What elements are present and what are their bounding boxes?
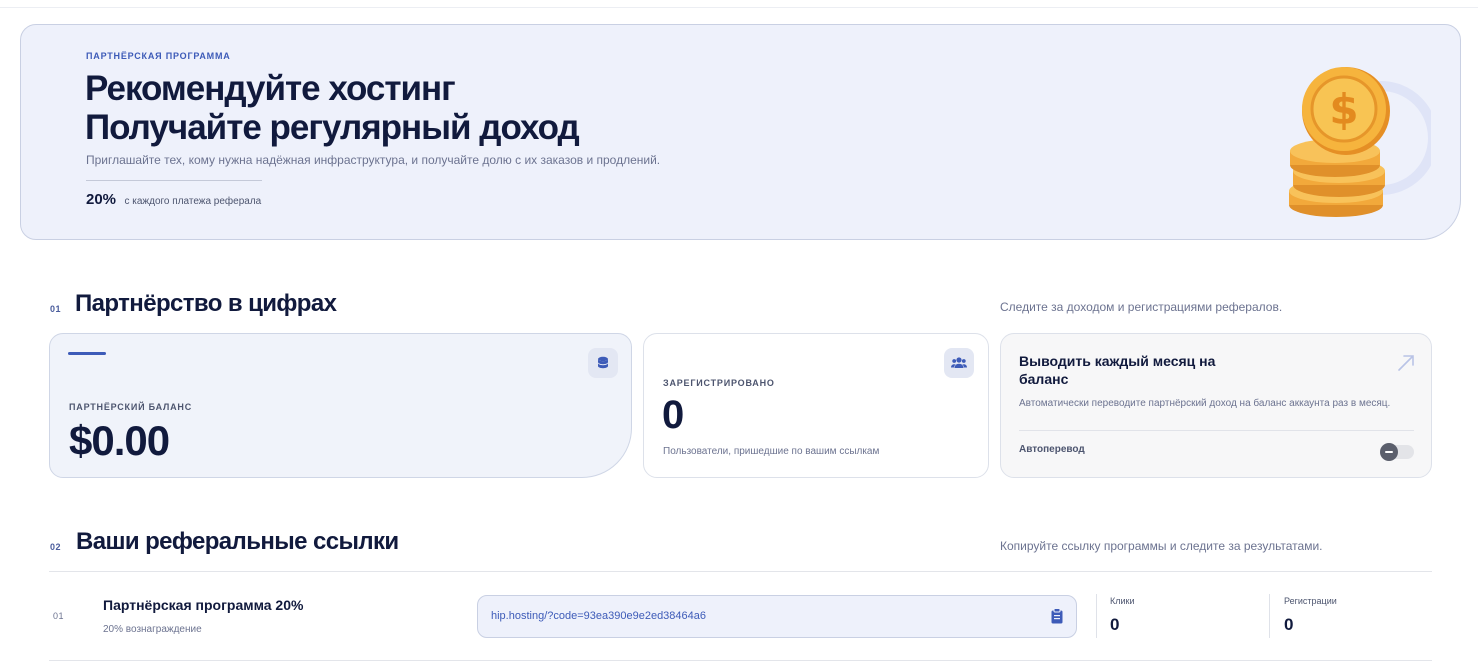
gold-coins-illustration: $ [1289,67,1431,217]
section-1-number: 01 [50,304,62,314]
hero-commission-value: 20% [86,191,117,208]
links-table-bottom-divider [49,660,1432,661]
section-1-title: Партнёрство в цифрах [75,290,337,317]
registered-label: ЗАРЕГИСТРИРОВАНО [663,378,775,388]
partner-balance-card: ПАРТНЁРСКИЙ БАЛАНС $0.00 [49,333,632,478]
auto-transfer-card: Выводить каждый месяц на баланс Автомати… [1000,333,1432,478]
registered-card: ЗАРЕГИСТРИРОВАНО 0 Пользователи, пришедш… [643,333,989,478]
accent-bar [68,352,106,355]
hero-divider [86,180,262,181]
top-divider [0,7,1478,8]
hero-eyebrow: ПАРТНЁРСКАЯ ПРОГРАММА [86,51,231,61]
links-table-top-divider [49,571,1432,572]
referral-link-field[interactable]: hip.hosting/?code=93ea390e9e2ed38464a6 [477,595,1077,638]
hero-banner: ПАРТНЁРСКАЯ ПРОГРАММА Рекомендуйте хости… [20,24,1461,240]
section-2-hint: Копируйте ссылку программы и следите за … [1000,539,1323,553]
copy-icon[interactable] [1050,608,1064,624]
hero-title-line-1: Рекомендуйте хостинг [85,69,456,108]
auto-transfer-description: Автоматически переводите партнёрский дох… [1019,398,1391,409]
link-row-number: 01 [53,611,65,621]
link-program-name: Партнёрская программа 20% [103,597,304,613]
clicks-label: Клики [1110,596,1135,606]
link-program-reward: 20% вознаграждение [103,624,202,635]
auto-transfer-divider [1019,430,1414,431]
section-1-hint: Следите за доходом и регистрациями рефер… [1000,300,1283,314]
clicks-value: 0 [1110,615,1120,634]
auto-transfer-label: Автоперевод [1019,444,1085,455]
svg-text:$: $ [1329,85,1358,134]
clicks-separator [1096,594,1097,638]
hero-title: Рекомендуйте хостинг Получайте регулярны… [85,69,580,147]
registrations-separator [1269,594,1270,638]
arrow-up-right-icon [1398,355,1414,371]
hero-commission: 20% с каждого платежа реферала [86,191,261,209]
registered-caption: Пользователи, пришедшие по вашим ссылкам [663,446,880,457]
balance-value: $0.00 [69,417,170,464]
hero-subtitle: Приглашайте тех, кому нужна надёжная инф… [86,153,661,167]
users-icon [944,348,974,378]
section-2-number: 02 [50,542,62,552]
balance-label: ПАРТНЁРСКИЙ БАЛАНС [69,402,193,412]
auto-transfer-title: Выводить каждый месяц на баланс [1019,353,1216,387]
auto-transfer-toggle[interactable] [1380,443,1414,461]
referral-link-url[interactable]: hip.hosting/?code=93ea390e9e2ed38464a6 [491,610,706,622]
registered-value: 0 [662,393,685,437]
coins-icon [588,348,618,378]
hero-commission-label: с каждого платежа реферала [124,196,262,207]
hero-title-line-2: Получайте регулярный доход [85,108,580,147]
section-2-title: Ваши реферальные ссылки [76,528,399,555]
toggle-knob [1380,443,1398,461]
registrations-value: 0 [1284,615,1294,634]
registrations-label: Регистрации [1284,596,1337,606]
